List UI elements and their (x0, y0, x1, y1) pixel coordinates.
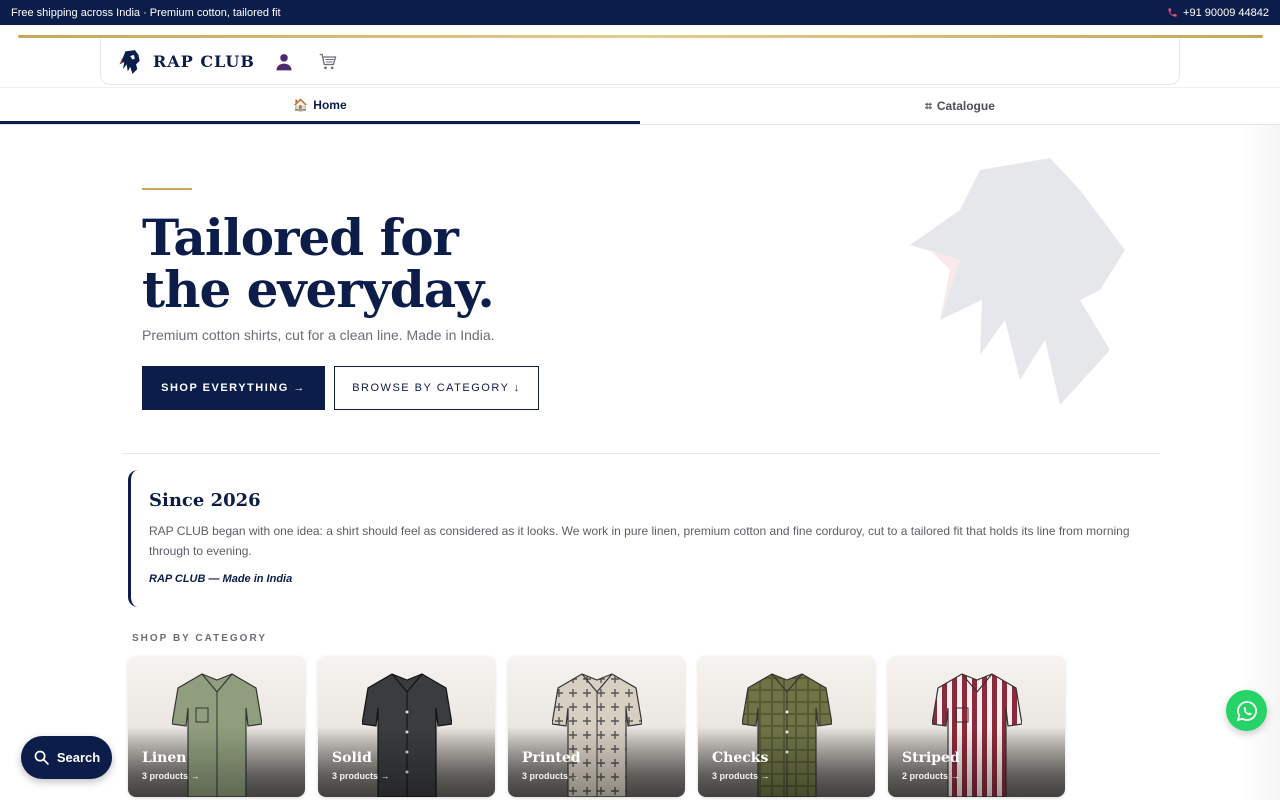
hero-subtitle: Premium cotton shirts, cut for a clean l… (142, 327, 495, 343)
phone-contact[interactable]: +91 90009 44842 (1167, 7, 1269, 19)
category-name: Solid (332, 750, 372, 766)
tab-catalogue-label: Catalogue (936, 99, 995, 113)
category-card-solid[interactable]: Solid 3 products → (318, 656, 495, 797)
tab-catalogue[interactable]: ⌗ Catalogue (640, 88, 1280, 124)
category-card-printed[interactable]: Printed 3 products → (508, 656, 685, 797)
grid-icon: ⌗ (925, 98, 932, 113)
story-heading: Since 2026 (149, 490, 261, 511)
category-cards: Linen 3 products → Solid 3 products → Pr… (128, 656, 1065, 797)
brand-story: Since 2026 RAP CLUB began with one idea:… (128, 470, 1148, 607)
phone-number: +91 90009 44842 (1183, 6, 1269, 19)
whatsapp-button[interactable] (1226, 690, 1267, 731)
category-count: 3 products → (332, 771, 390, 781)
category-card-striped[interactable]: Striped 2 products → (888, 656, 1065, 797)
category-card-checks[interactable]: Checks 3 products → (698, 656, 875, 797)
lion-logo-icon[interactable] (117, 49, 141, 75)
site-header: RAP CLUB (100, 39, 1180, 85)
story-signature: RAP CLUB — Made in India (149, 573, 293, 585)
hero-accent-rule (142, 188, 192, 190)
main-nav: 🏠 Home ⌗ Catalogue (0, 87, 1280, 125)
lion-watermark-icon (910, 158, 1125, 405)
category-count: 2 products → (902, 771, 960, 781)
tab-home[interactable]: 🏠 Home (0, 88, 640, 124)
brand-name[interactable]: RAP CLUB (153, 52, 255, 71)
category-count: 3 products → (522, 771, 580, 781)
category-card-linen[interactable]: Linen 3 products → (128, 656, 305, 797)
hero-title: Tailored for the everyday. (142, 208, 495, 319)
whatsapp-icon (1236, 700, 1257, 721)
phone-icon (1168, 8, 1177, 17)
category-name: Printed (522, 750, 581, 766)
category-name: Striped (902, 750, 960, 766)
category-count: 3 products → (142, 771, 200, 781)
announcement-bar: Free shipping across India · Premium cot… (0, 0, 1280, 25)
tab-home-label: Home (313, 97, 347, 112)
user-icon[interactable] (273, 51, 295, 73)
story-body: RAP CLUB began with one idea: a shirt sh… (149, 524, 1130, 558)
browse-by-category-button[interactable]: BROWSE BY CATEGORY ↓ (334, 366, 539, 410)
search-button-label: Search (56, 750, 101, 765)
search-button[interactable]: Search (21, 736, 112, 779)
category-name: Linen (142, 750, 187, 766)
category-name: Checks (712, 750, 769, 766)
category-section-label: SHOP BY CATEGORY (132, 633, 267, 644)
announcement-text: Free shipping across India · Premium cot… (11, 6, 281, 19)
home-icon: 🏠 (293, 97, 309, 112)
gold-divider (18, 35, 1263, 38)
search-icon (34, 750, 49, 765)
cart-icon[interactable] (317, 51, 339, 73)
shop-everything-button[interactable]: SHOP EVERYTHING → (142, 366, 325, 410)
section-divider (122, 453, 1160, 454)
category-count: 3 products → (712, 771, 770, 781)
